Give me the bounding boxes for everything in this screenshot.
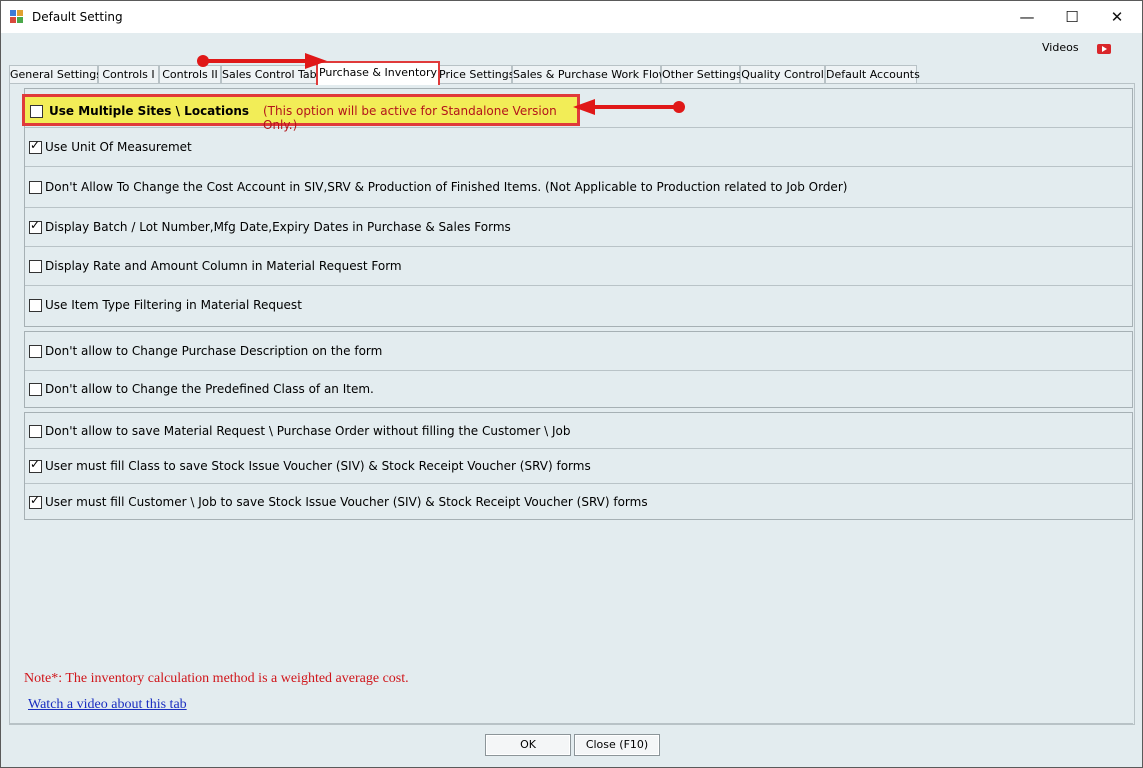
checkbox-label: Don't allow to Change Purchase Descripti…	[45, 344, 383, 358]
ok-button[interactable]: OK	[485, 734, 571, 756]
tab-controls-1[interactable]: Controls I	[98, 65, 159, 83]
tab-general-settings[interactable]: General Settings	[9, 65, 102, 83]
settings-group-3: Don't allow to save Material Request \ P…	[24, 412, 1133, 520]
close-icon[interactable]: ✕	[1105, 7, 1129, 27]
row-fill-customer-job: User must fill Customer \ Job to save St…	[25, 483, 1132, 520]
row-purchase-description: Don't allow to Change Purchase Descripti…	[25, 332, 1132, 370]
minimize-icon[interactable]: —	[1015, 7, 1039, 27]
row-fill-class: User must fill Class to save Stock Issue…	[25, 448, 1132, 484]
default-setting-window: Default Setting — ☐ ✕ Videos General Set…	[0, 0, 1143, 768]
footer-divider	[9, 723, 1133, 724]
multiple-sites-label: Use Multiple Sites \ Locations	[49, 104, 250, 118]
checkbox-label: User must fill Customer \ Job to save St…	[45, 495, 648, 509]
multiple-sites-highlight: Use Multiple Sites \ Locations (This opt…	[22, 94, 580, 132]
cost-account-checkbox[interactable]	[29, 181, 42, 194]
checkbox-label: Display Batch / Lot Number,Mfg Date,Expi…	[45, 220, 511, 234]
annotation-arrow-dot	[673, 101, 685, 113]
checkbox-label: Don't allow to Change the Predefined Cla…	[45, 382, 374, 396]
tab-price-settings[interactable]: Price Settings	[438, 65, 514, 83]
app-icon	[10, 10, 26, 24]
tab-other-settings[interactable]: Other Settings	[661, 65, 742, 83]
row-rate-amount: Display Rate and Amount Column in Materi…	[25, 246, 1132, 286]
rate-amount-checkbox[interactable]	[29, 260, 42, 273]
title-bar: Default Setting — ☐ ✕	[1, 1, 1142, 33]
fill-customer-job-checkbox[interactable]	[29, 493, 42, 509]
tab-default-accounts[interactable]: Default Accounts	[825, 65, 920, 83]
checkbox-label: Display Rate and Amount Column in Materi…	[45, 259, 402, 273]
row-cost-account: Don't Allow To Change the Cost Account i…	[25, 166, 1132, 208]
tab-controls-2[interactable]: Controls II	[159, 65, 221, 83]
annotation-arrow-line	[595, 105, 679, 109]
inventory-note: Note*: The inventory calculation method …	[24, 671, 409, 686]
purchase-description-checkbox[interactable]	[29, 345, 42, 358]
checkbox-label: Use Item Type Filtering in Material Requ…	[45, 298, 302, 312]
row-unit-of-measure: Use Unit Of Measuremet	[25, 127, 1132, 167]
settings-group-2: Don't allow to Change Purchase Descripti…	[24, 331, 1133, 408]
youtube-icon[interactable]	[1097, 44, 1111, 54]
checkbox-label: User must fill Class to save Stock Issue…	[45, 459, 591, 473]
close-button[interactable]: Close (F10)	[574, 734, 660, 756]
checkbox-label: Don't allow to save Material Request \ P…	[45, 424, 571, 438]
watch-video-link[interactable]: Watch a video about this tab	[28, 697, 187, 713]
row-item-type-filter: Use Item Type Filtering in Material Requ…	[25, 285, 1132, 326]
predefined-class-checkbox[interactable]	[29, 383, 42, 396]
checkbox-label: Use Unit Of Measuremet	[45, 140, 192, 154]
row-material-request-customer: Don't allow to save Material Request \ P…	[25, 413, 1132, 448]
maximize-icon[interactable]: ☐	[1060, 7, 1084, 27]
tab-panel: Use Unit Of Measuremet Don't Allow To Ch…	[9, 83, 1135, 725]
row-predefined-class: Don't allow to Change the Predefined Cla…	[25, 370, 1132, 408]
window-title: Default Setting	[32, 10, 123, 24]
annotation-arrow-head	[305, 53, 327, 69]
material-request-customer-checkbox[interactable]	[29, 425, 42, 438]
checkbox-label: Don't Allow To Change the Cost Account i…	[45, 180, 848, 194]
videos-label[interactable]: Videos	[1042, 41, 1079, 54]
unit-of-measure-checkbox[interactable]	[29, 138, 42, 154]
tab-quality-control[interactable]: Quality Control	[740, 65, 825, 83]
tab-sales-purchase-workflow[interactable]: Sales & Purchase Work Flow	[512, 65, 668, 83]
tab-purchase-inventory[interactable]: Purchase & Inventory	[316, 61, 440, 85]
annotation-arrow-line	[203, 59, 305, 63]
tab-sales-control[interactable]: Sales Control Tab	[221, 65, 317, 83]
annotation-arrow-head	[573, 99, 595, 115]
multiple-sites-checkbox[interactable]	[30, 105, 43, 118]
fill-class-checkbox[interactable]	[29, 457, 42, 473]
standalone-note: (This option will be active for Standalo…	[263, 104, 557, 132]
batch-lot-checkbox[interactable]	[29, 218, 42, 234]
row-batch-lot: Display Batch / Lot Number,Mfg Date,Expi…	[25, 207, 1132, 247]
item-type-filter-checkbox[interactable]	[29, 299, 42, 312]
